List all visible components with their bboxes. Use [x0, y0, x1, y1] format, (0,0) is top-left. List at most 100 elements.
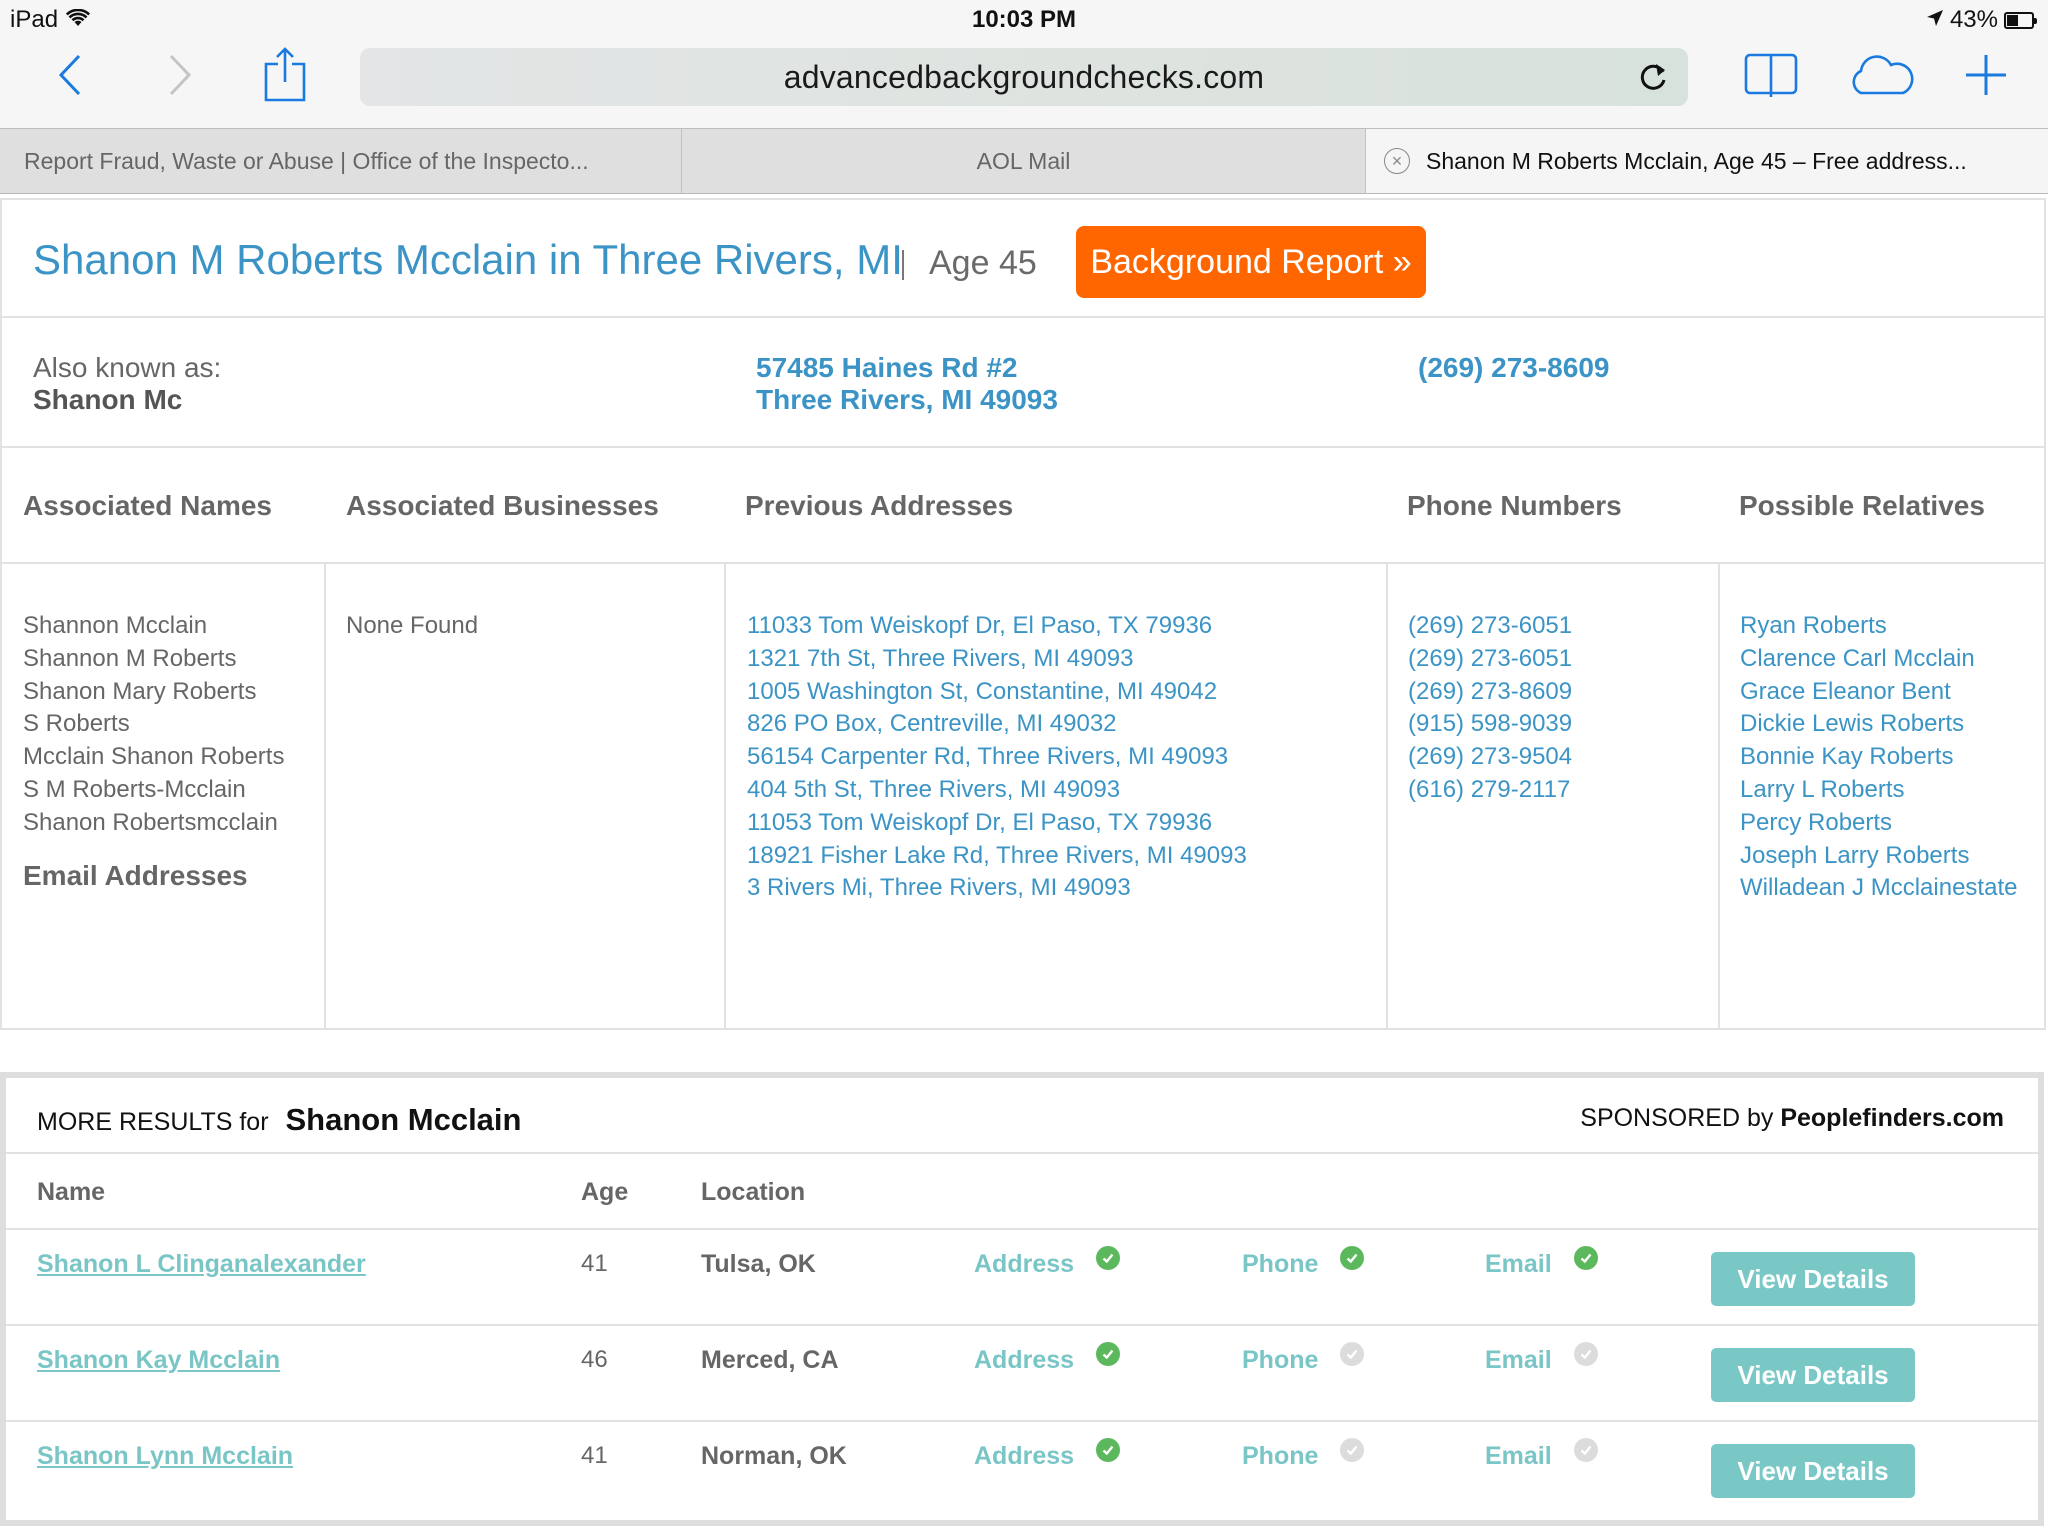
back-button[interactable] — [40, 46, 100, 108]
view-details-button[interactable]: View Details — [1711, 1252, 1915, 1306]
previous-address-link[interactable]: 11033 Tom Weiskopf Dr, El Paso, TX 79936 — [747, 610, 1386, 643]
background-report-button[interactable]: Background Report » — [1076, 226, 1426, 298]
phone-flag-label: Phone — [1242, 1250, 1319, 1278]
relative-link[interactable]: Clarence Carl Mcclain — [1740, 643, 2046, 676]
associated-business-item: None Found — [346, 612, 479, 639]
view-details-button[interactable]: View Details — [1711, 1348, 1915, 1402]
sponsored-prefix: SPONSORED by — [1580, 1104, 1774, 1132]
result-name-link[interactable]: Shanon Kay Mcclain — [37, 1346, 280, 1375]
header-associated-names: Associated Names — [23, 490, 273, 521]
tab-aol-mail[interactable]: AOL Mail — [682, 129, 1366, 193]
plus-icon — [1964, 53, 2008, 102]
close-tab-icon[interactable]: × — [1384, 148, 1410, 174]
check-circle-icon — [1096, 1438, 1121, 1462]
browser-chrome: iPad 10:03 PM 43% advancedbackgroundchec… — [0, 0, 2048, 128]
relative-link[interactable]: Ryan Roberts — [1740, 610, 2046, 643]
phone-availability: Phone — [1242, 1246, 1365, 1279]
relative-link[interactable]: Dickie Lewis Roberts — [1740, 708, 2046, 741]
results-table-body: Shanon L Clinganalexander 41 Tulsa, OK A… — [6, 1230, 2038, 1518]
url-text: advancedbackgroundchecks.com — [783, 58, 1265, 95]
relative-link[interactable]: Bonnie Kay Roberts — [1740, 741, 2046, 774]
current-address-link[interactable]: 57485 Haines Rd #2 Three Rivers, MI 4909… — [756, 352, 1058, 416]
previous-address-link[interactable]: 404 5th St, Three Rivers, MI 49093 — [747, 774, 1386, 807]
forward-button[interactable] — [150, 46, 210, 108]
address-availability: Address — [974, 1438, 1121, 1471]
age-label: Age 45 — [929, 244, 1037, 282]
reload-button[interactable] — [1636, 60, 1670, 94]
address-availability: Address — [974, 1246, 1121, 1279]
result-location: Merced, CA — [701, 1346, 839, 1374]
phone-flag-label: Phone — [1242, 1346, 1319, 1374]
tab-active-profile[interactable]: × Shanon M Roberts Mcclain, Age 45 – Fre… — [1366, 129, 2048, 193]
details-columns: Shannon Mcclain Shannon M Roberts Shanon M… — [2, 564, 2044, 1028]
phone-number-link[interactable]: (915) 598-9039 — [1408, 708, 1718, 741]
check-circle-disabled-icon — [1573, 1342, 1598, 1366]
title-divider — [902, 250, 904, 280]
view-details-button[interactable]: View Details — [1711, 1444, 1915, 1498]
previous-address-link[interactable]: 56154 Carpenter Rd, Three Rivers, MI 490… — [747, 741, 1386, 774]
check-circle-icon — [1573, 1246, 1598, 1270]
address-line-1: 57485 Haines Rd #2 — [756, 352, 1018, 383]
previous-address-link[interactable]: 1321 7th St, Three Rivers, MI 49093 — [747, 643, 1386, 676]
possible-relatives-column: Ryan Roberts Clarence Carl Mcclain Grace E… — [1720, 564, 2046, 1028]
relative-link[interactable]: Percy Roberts — [1740, 807, 2046, 840]
new-tab-button[interactable] — [1956, 46, 2016, 108]
previous-addresses-column: 11033 Tom Weiskopf Dr, El Paso, TX 79936… — [726, 564, 1388, 1028]
previous-address-link[interactable]: 11053 Tom Weiskopf Dr, El Paso, TX 79936 — [747, 807, 1386, 840]
relative-link[interactable]: Larry L Roberts — [1740, 774, 2046, 807]
header-previous-addresses: Previous Addresses — [745, 490, 1014, 521]
result-age: 46 — [581, 1346, 608, 1373]
possible-relatives-list: Ryan Roberts Clarence Carl Mcclain Grace E… — [1740, 610, 2046, 905]
more-results-header: MORE RESULTS for Shanon Mcclain SPONSORE… — [6, 1078, 2038, 1154]
previous-address-link[interactable]: 826 PO Box, Centreville, MI 49032 — [747, 708, 1386, 741]
sponsor-name: Peoplefinders.com — [1780, 1104, 2004, 1132]
profile-summary: Also known as: Shanon Mc 57485 Haines Rd… — [2, 318, 2044, 448]
check-circle-disabled-icon — [1573, 1438, 1598, 1462]
sponsored-by: SPONSORED by Peoplefinders.com — [1580, 1104, 2004, 1133]
result-row: Shanon Kay Mcclain 46 Merced, CA Address… — [6, 1326, 2038, 1422]
previous-addresses-list: 11033 Tom Weiskopf Dr, El Paso, TX 79936… — [747, 610, 1386, 905]
phone-number-link[interactable]: (269) 273-8609 — [1408, 676, 1718, 709]
more-results-prefix: MORE RESULTS for — [37, 1108, 269, 1136]
phone-number-link[interactable]: (269) 273-9504 — [1408, 741, 1718, 774]
chevron-right-icon — [165, 53, 195, 102]
associated-businesses-column: None Found — [326, 564, 726, 1028]
column-name: Name — [37, 1178, 106, 1206]
check-circle-icon — [1096, 1342, 1121, 1366]
tab-report-fraud[interactable]: Report Fraud, Waste or Abuse | Office of… — [0, 129, 682, 193]
address-flag-label: Address — [974, 1346, 1075, 1374]
address-flag-label: Address — [974, 1250, 1075, 1278]
previous-address-link[interactable]: 1005 Washington St, Constantine, MI 4904… — [747, 676, 1386, 709]
tab-label: AOL Mail — [976, 147, 1071, 174]
check-circle-disabled-icon — [1340, 1342, 1365, 1366]
phone-numbers-list: (269) 273-6051 (269) 273-6051 (269) 273-86… — [1408, 610, 1718, 807]
relative-link[interactable]: Joseph Larry Roberts — [1740, 840, 2046, 873]
share-icon — [263, 46, 307, 108]
relative-link[interactable]: Grace Eleanor Bent — [1740, 676, 2046, 709]
phone-number-link[interactable]: (616) 279-2117 — [1408, 774, 1718, 807]
address-availability: Address — [974, 1342, 1121, 1375]
current-phone-link[interactable]: (269) 273-8609 — [1418, 352, 1609, 384]
icloud-tabs-button[interactable] — [1842, 46, 1922, 108]
share-button[interactable] — [255, 46, 315, 108]
associated-name-item: Mcclain Shanon Roberts — [23, 743, 285, 771]
result-name-link[interactable]: Shanon L Clinganalexander — [37, 1250, 366, 1279]
phone-number-link[interactable]: (269) 273-6051 — [1408, 643, 1718, 676]
bookmarks-button[interactable] — [1736, 46, 1806, 108]
address-bar[interactable]: advancedbackgroundchecks.com — [360, 48, 1688, 106]
phone-numbers-column: (269) 273-6051 (269) 273-6051 (269) 273-86… — [1388, 564, 1720, 1028]
previous-address-link[interactable]: 3 Rivers Mi, Three Rivers, MI 49093 — [747, 872, 1386, 905]
email-availability: Email — [1485, 1342, 1598, 1375]
relative-link[interactable]: Willadean J Mcclainestate — [1740, 872, 2046, 905]
associated-name-item: S M Roberts-Mcclain — [23, 775, 246, 803]
previous-address-link[interactable]: 18921 Fisher Lake Rd, Three Rivers, MI 4… — [747, 840, 1386, 873]
battery-icon — [2004, 11, 2037, 29]
profile-card: Shanon M Roberts Mcclain in Three Rivers… — [0, 198, 2046, 1030]
associated-businesses-list: None Found — [346, 610, 724, 643]
phone-number-link[interactable]: (269) 273-6051 — [1408, 610, 1718, 643]
associated-name-item: Shannon Mcclain — [23, 612, 208, 639]
web-page: Shanon M Roberts Mcclain in Three Rivers… — [0, 196, 2048, 1536]
aka-label: Also known as: — [33, 352, 222, 383]
result-name-link[interactable]: Shanon Lynn Mcclain — [37, 1442, 293, 1471]
email-flag-label: Email — [1485, 1442, 1552, 1470]
